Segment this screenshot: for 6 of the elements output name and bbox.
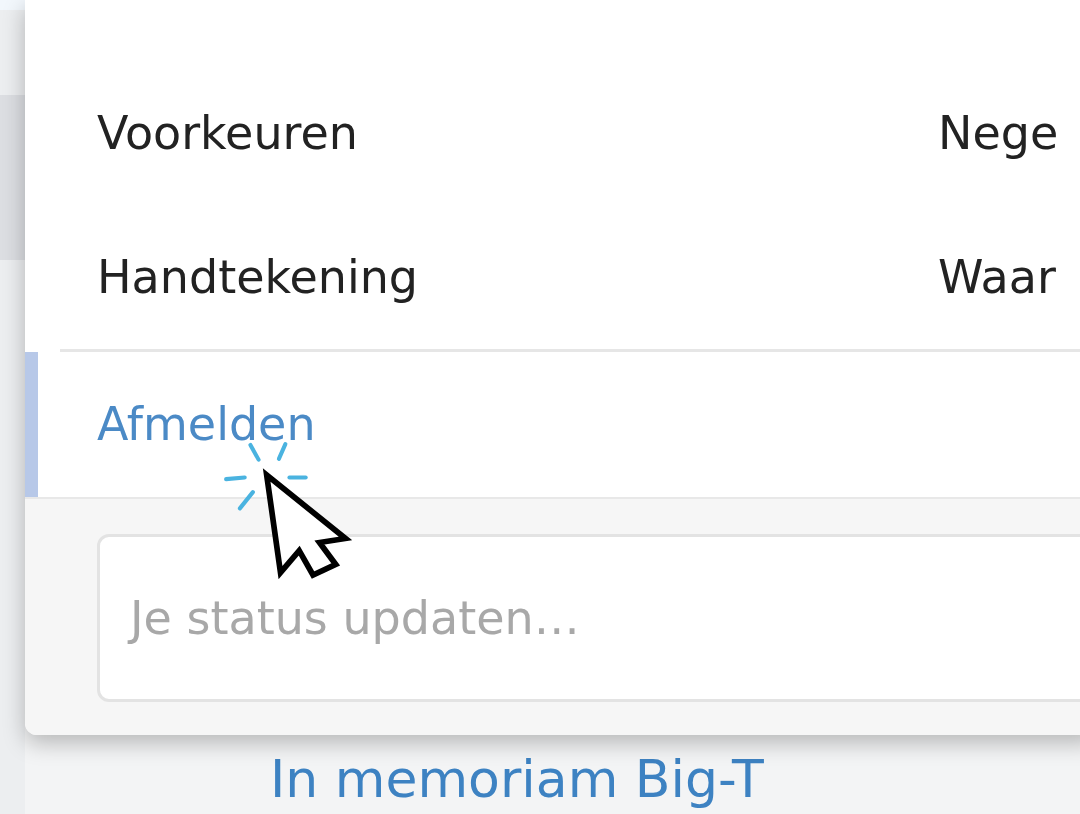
menu-item[interactable]: Handtekening <box>97 242 938 312</box>
menu-item[interactable]: Nege <box>938 98 1059 168</box>
page-heading[interactable]: In memoriam Big-T <box>270 752 764 807</box>
menu-item[interactable]: Voorkeuren <box>97 98 938 168</box>
logout-link[interactable]: Afmelden <box>97 390 316 459</box>
menu-item[interactable]: Waar <box>938 242 1056 312</box>
